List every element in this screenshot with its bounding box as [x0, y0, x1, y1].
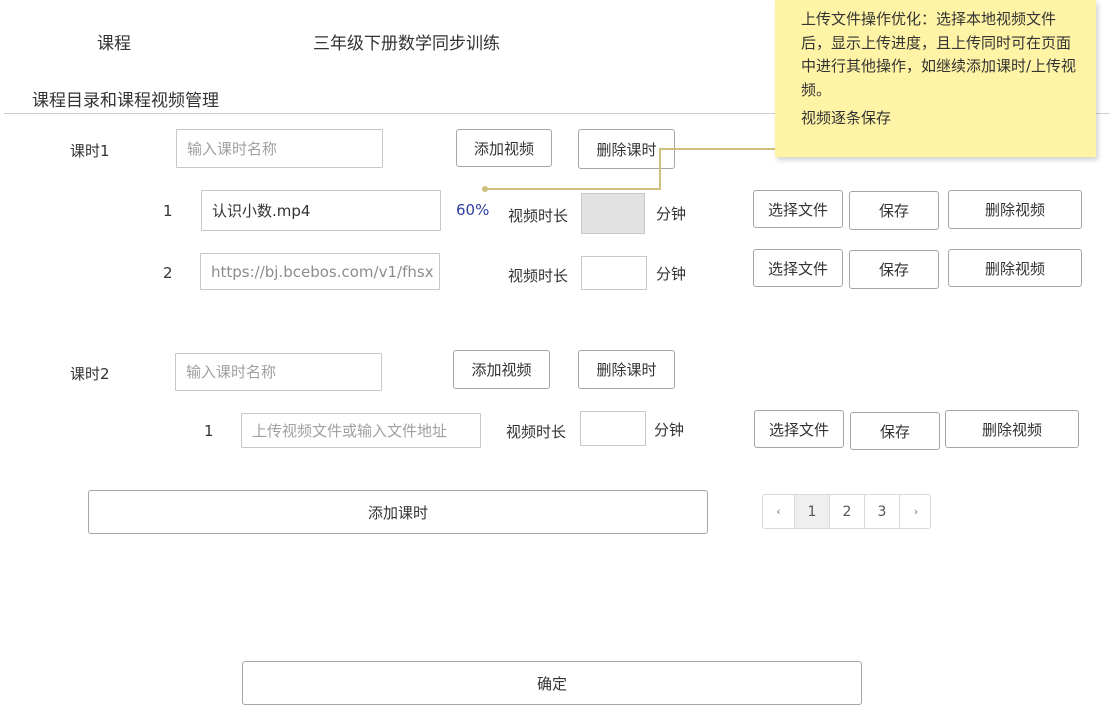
upload-progress-text: 60% — [456, 201, 490, 219]
choose-file-button[interactable]: 选择文件 — [754, 410, 844, 448]
choose-file-button[interactable]: 选择文件 — [753, 249, 843, 287]
delete-lesson-button[interactable]: 删除课时 — [578, 350, 675, 389]
add-video-button[interactable]: 添加视频 — [453, 350, 550, 389]
annotation-text: 上传文件操作优化：选择本地视频文件后，显示上传进度，且上传同时可在页面中进行其他… — [801, 10, 1077, 99]
duration-unit: 分钟 — [656, 265, 687, 283]
add-video-button[interactable]: 添加视频 — [456, 129, 552, 167]
lesson-label: 课时2 — [70, 365, 110, 383]
choose-file-button[interactable]: 选择文件 — [753, 190, 843, 228]
pagination: ‹ 1 2 3 › — [762, 494, 931, 529]
pagination-page-3[interactable]: 3 — [865, 495, 900, 528]
pagination-page-2[interactable]: 2 — [830, 495, 865, 528]
pagination-prev-icon[interactable]: ‹ — [763, 495, 795, 528]
save-button[interactable]: 保存 — [849, 191, 939, 230]
course-label: 课程 — [97, 34, 131, 54]
course-name: 三年级下册数学同步训练 — [313, 34, 500, 54]
confirm-button[interactable]: 确定 — [242, 661, 862, 705]
add-lesson-button[interactable]: 添加课时 — [88, 490, 708, 534]
video-file-input[interactable] — [201, 190, 441, 231]
video-index: 2 — [163, 264, 173, 282]
delete-video-button[interactable]: 删除视频 — [945, 410, 1079, 448]
delete-video-button[interactable]: 删除视频 — [948, 249, 1082, 287]
video-file-input[interactable] — [241, 413, 481, 448]
video-url-input[interactable] — [200, 253, 440, 290]
duration-label: 视频时长 — [506, 423, 567, 441]
section-title: 课程目录和课程视频管理 — [32, 91, 219, 111]
duration-label: 视频时长 — [508, 267, 569, 285]
video-index: 1 — [204, 422, 214, 440]
duration-input[interactable] — [580, 411, 646, 446]
video-index: 1 — [163, 202, 173, 220]
lesson-label: 课时1 — [70, 142, 110, 160]
save-button[interactable]: 保存 — [850, 412, 940, 450]
lesson-name-input[interactable] — [175, 353, 382, 391]
delete-lesson-button[interactable]: 删除课时 — [578, 129, 675, 169]
delete-video-button[interactable]: 删除视频 — [948, 190, 1082, 229]
annotation-note: 上传文件操作优化：选择本地视频文件后，显示上传进度，且上传同时可在页面中进行其他… — [775, 0, 1096, 157]
duration-unit: 分钟 — [654, 421, 685, 439]
pagination-next-icon[interactable]: › — [900, 495, 932, 528]
duration-input[interactable] — [581, 193, 645, 234]
lesson-name-input[interactable] — [176, 129, 383, 168]
save-button[interactable]: 保存 — [849, 250, 939, 289]
duration-label: 视频时长 — [508, 207, 569, 225]
annotation-text-2: 视频逐条保存 — [801, 109, 892, 127]
duration-unit: 分钟 — [656, 205, 687, 223]
pagination-page-1[interactable]: 1 — [795, 495, 830, 528]
duration-input[interactable] — [581, 256, 647, 290]
